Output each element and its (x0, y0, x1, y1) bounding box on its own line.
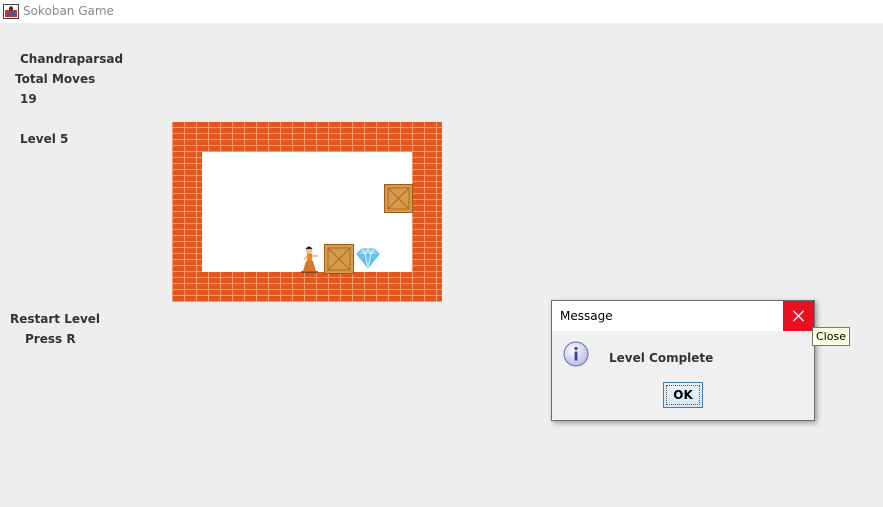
close-tooltip: Close (812, 327, 850, 346)
diamond-icon (356, 248, 380, 269)
close-icon (793, 310, 804, 322)
dialog-message: Level Complete (609, 351, 714, 365)
player-icon (301, 246, 318, 273)
game-board (172, 122, 442, 302)
wooden-box (384, 184, 413, 213)
ok-button[interactable]: OK (663, 382, 703, 408)
sokoban-app-icon (3, 4, 19, 19)
restart-level-label: Restart Level (10, 312, 101, 326)
total-moves-label: Total Moves (15, 72, 96, 86)
level-label: Level 5 (20, 132, 69, 146)
window-titlebar: Sokoban Game (0, 0, 883, 23)
wooden-box (324, 244, 354, 274)
info-icon (563, 341, 589, 367)
restart-key-hint: Press R (25, 332, 76, 346)
dialog-close-button[interactable] (783, 301, 814, 331)
message-dialog: Message Level Complete OK (551, 300, 815, 421)
total-moves-value: 19 (20, 92, 37, 106)
box-crate-icon (387, 187, 410, 210)
window-title: Sokoban Game (23, 4, 114, 18)
player-name-label: Chandraparsad (20, 52, 124, 66)
box-crate-icon (327, 247, 351, 271)
dialog-title: Message (560, 309, 613, 323)
dialog-titlebar: Message (552, 301, 814, 331)
